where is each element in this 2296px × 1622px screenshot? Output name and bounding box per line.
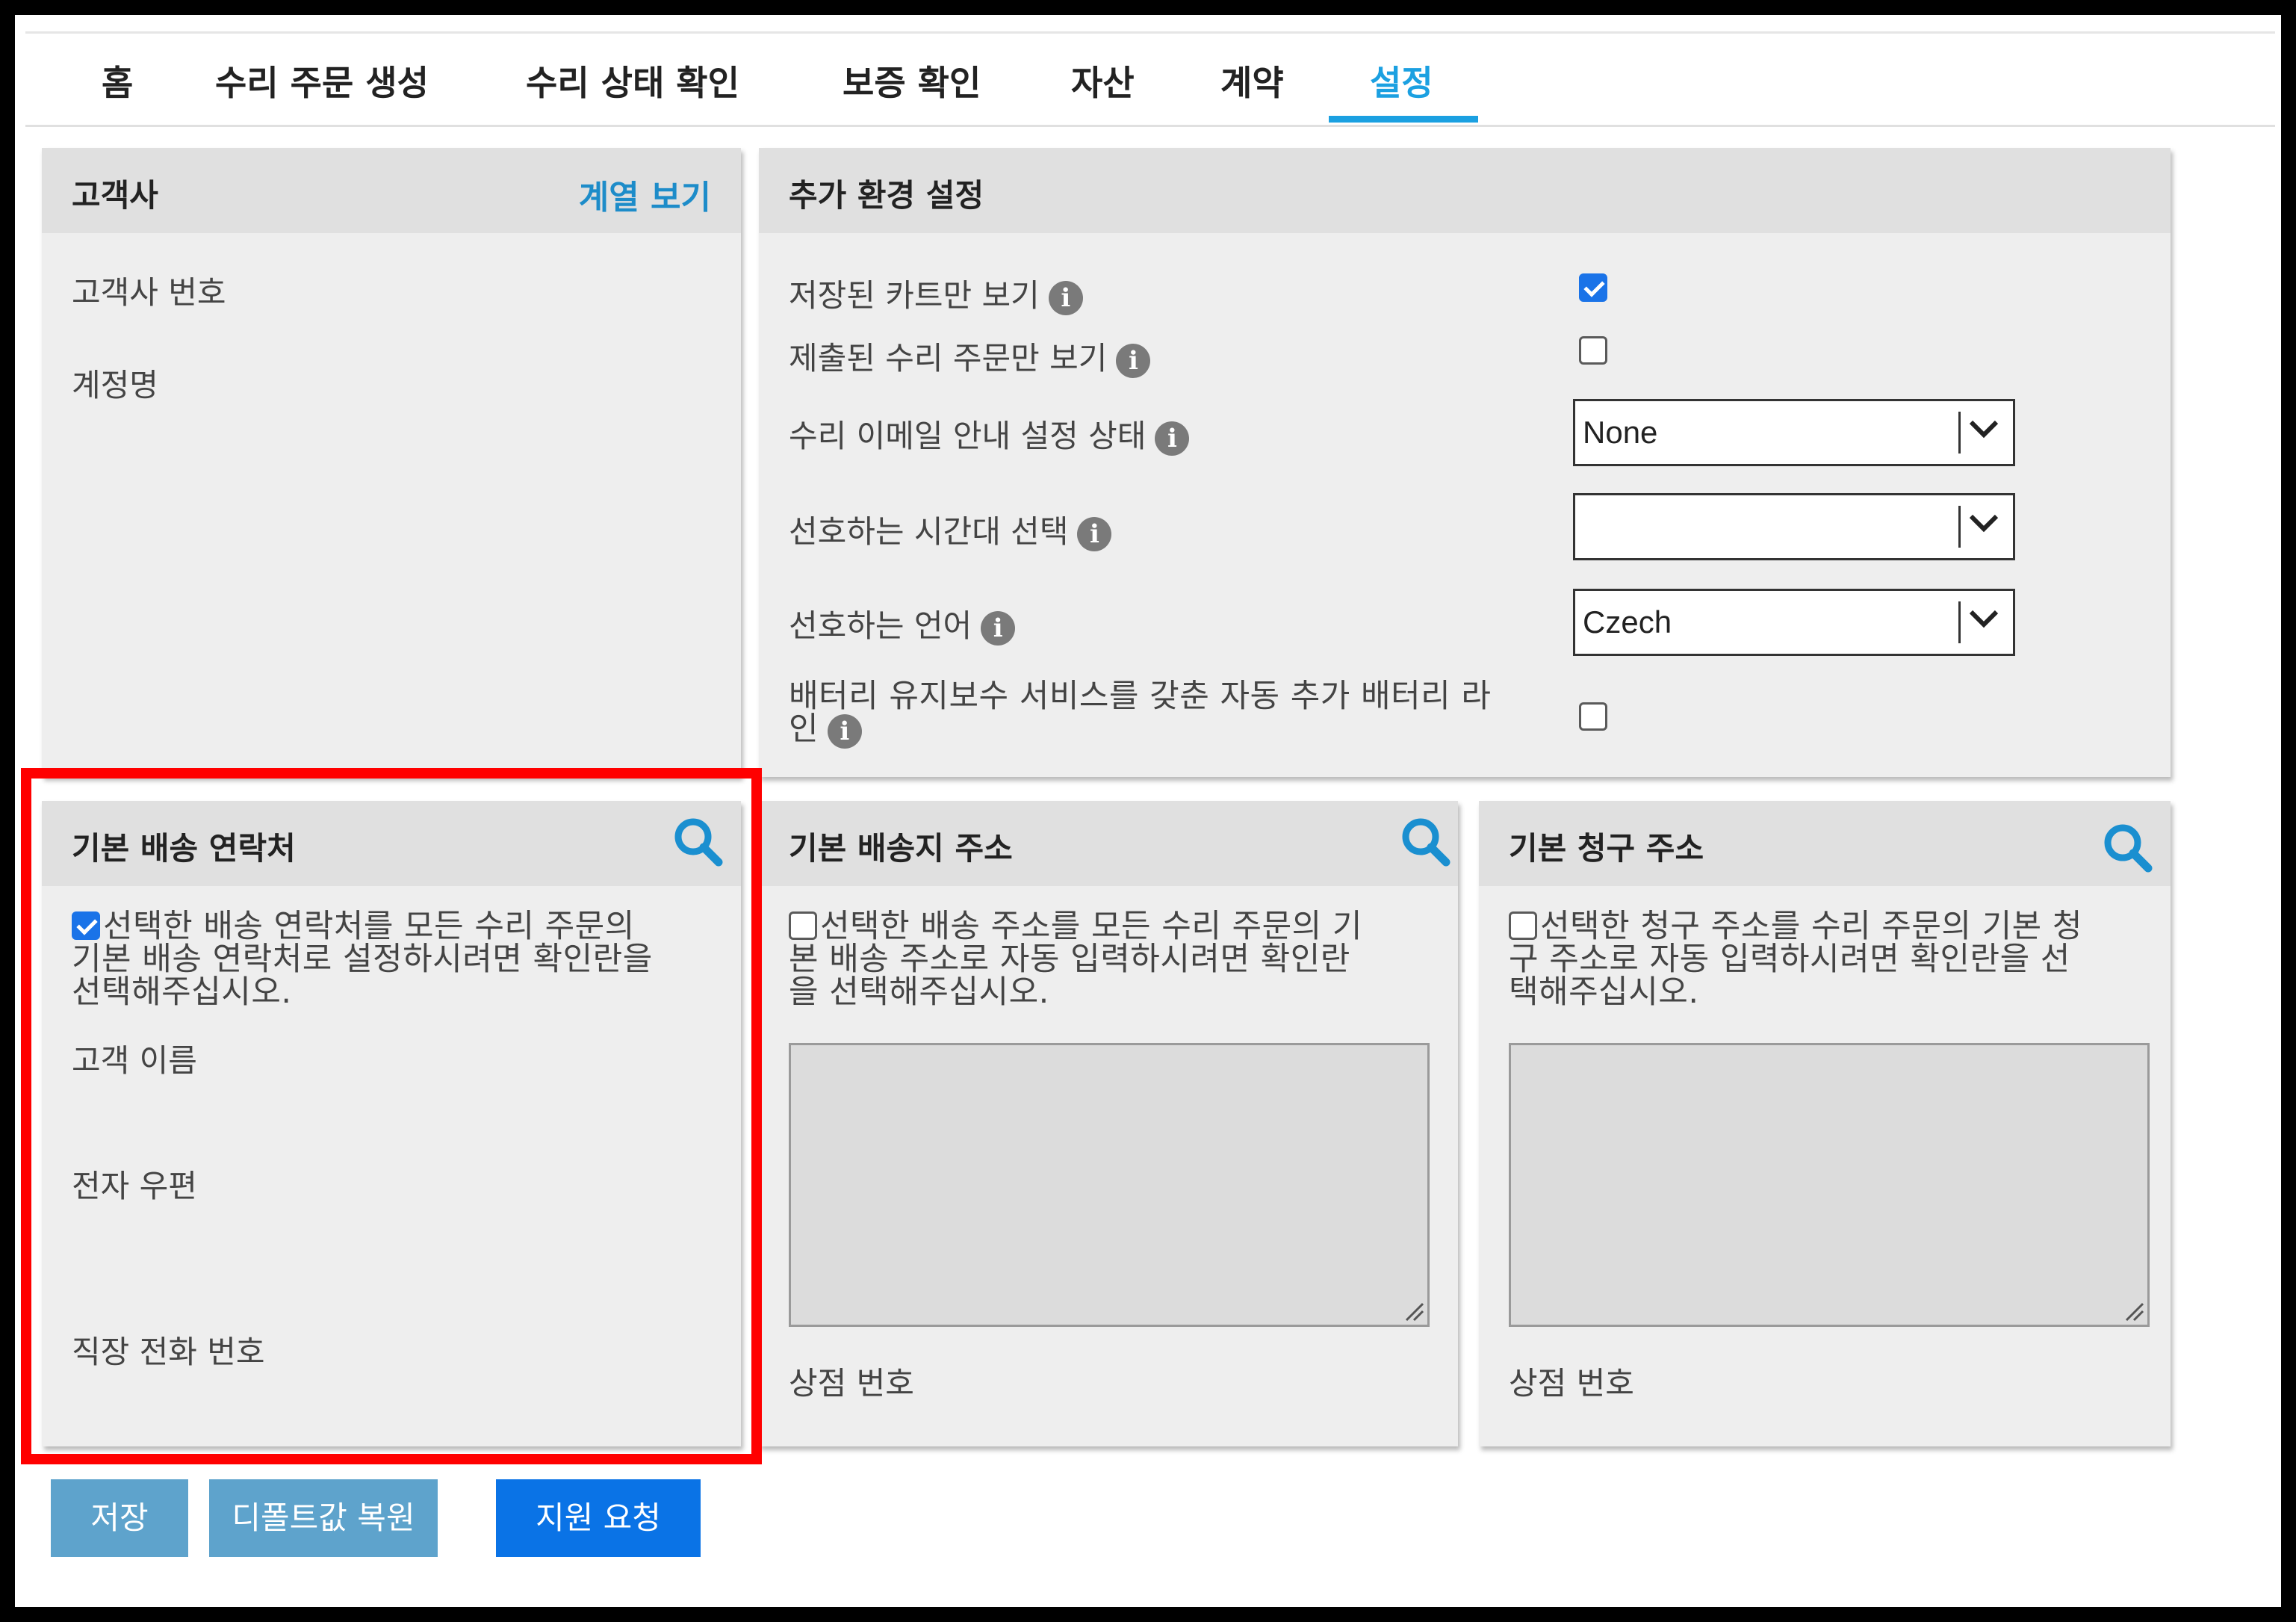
pref-label-saved-carts: 저장된 카트만 보기 [789, 277, 1040, 314]
top-nav-tabs: 홈 수리 주문 생성 수리 상태 확인 보증 확인 자산 계약 설정 [25, 31, 2275, 127]
work-phone-label: 직장 전화 번호 [72, 1334, 265, 1370]
timezone-select[interactable] [1573, 493, 2015, 560]
billing-address-checkbox-text-2: 구 주소로 자동 입력하시려면 확인란을 선 [1509, 941, 2070, 978]
email-label: 전자 우편 [72, 1168, 197, 1204]
pref-row-email-notification: 수리 이메일 안내 설정 상태 i [789, 411, 1190, 456]
shipping-contact-title: 기본 배송 연락처 [72, 830, 296, 867]
info-icon[interactable]: i [828, 714, 863, 749]
select-divider [1958, 412, 1961, 454]
search-icon[interactable] [672, 816, 725, 868]
chevron-down-icon [1969, 610, 1999, 628]
shipping-address-textarea[interactable] [789, 1043, 1430, 1327]
info-icon[interactable]: i [1077, 516, 1112, 551]
tab-contracts[interactable]: 계약 [1220, 56, 1284, 123]
shipping-address-checkbox-text-3: 을 선택해주십시오. [789, 973, 1049, 1011]
shipping-address-checkbox-row: 선택한 배송 주소를 모든 수리 주문의 기 본 배송 주소로 자동 입력하시려… [789, 910, 1446, 1009]
shipping-address-title: 기본 배송지 주소 [789, 830, 1013, 867]
billing-address-checkbox-row: 선택한 청구 주소를 수리 주문의 기본 청 구 주소로 자동 입력하시려면 확… [1509, 910, 2159, 1009]
billing-address-checkbox-text-1: 선택한 청구 주소를 수리 주문의 기본 청 [1540, 908, 2082, 945]
additional-settings-title: 추가 환경 설정 [789, 177, 984, 214]
select-divider [1958, 506, 1961, 548]
shipping-address-default-checkbox[interactable] [789, 911, 817, 940]
default-billing-address-panel: 기본 청구 주소 선택한 청구 주소를 수리 주문의 기본 청 구 주소로 자동… [1479, 801, 2171, 1446]
chevron-down-icon [1969, 514, 1999, 533]
additional-settings-panel: 추가 환경 설정 저장된 카트만 보기 i 제출된 수리 주문만 보기 i 수리 이… [759, 148, 2171, 777]
language-select[interactable]: Czech [1573, 589, 2015, 656]
billing-address-default-checkbox[interactable] [1509, 911, 1537, 940]
shipping-contact-checkbox-text-3: 선택해주십시오. [72, 973, 292, 1011]
shipping-contact-default-checkbox[interactable] [72, 911, 100, 940]
billing-address-textarea[interactable] [1509, 1043, 2150, 1327]
customer-panel-header: 고객사 계열 보기 [42, 148, 741, 233]
pref-row-submitted-orders: 제출된 수리 주문만 보기 i [789, 333, 1151, 379]
shipping-contact-checkbox-text-1: 선택한 배송 연락처를 모든 수리 주문의 [103, 908, 635, 945]
save-button[interactable]: 저장 [51, 1479, 188, 1557]
billing-address-title: 기본 청구 주소 [1509, 830, 1704, 867]
saved-carts-checkbox[interactable] [1579, 273, 1607, 302]
pref-row-timezone: 선호하는 시간대 선택 i [789, 507, 1112, 552]
info-icon[interactable]: i [1116, 343, 1151, 378]
support-request-button[interactable]: 지원 요청 [496, 1479, 701, 1557]
tab-create-repair-order[interactable]: 수리 주문 생성 [215, 56, 429, 123]
account-name-label: 계정명 [72, 367, 158, 403]
submitted-orders-checkbox[interactable] [1579, 336, 1607, 365]
info-icon[interactable]: i [1048, 280, 1083, 315]
pref-label-battery-line2: 인 [789, 711, 819, 748]
pref-label-language: 선호하는 언어 [789, 607, 972, 644]
app-frame: 홈 수리 주문 생성 수리 상태 확인 보증 확인 자산 계약 설정 고객사 계… [15, 15, 2281, 1607]
billing-address-header: 기본 청구 주소 [1479, 801, 2171, 886]
active-tab-indicator [1329, 116, 1478, 123]
pref-row-battery: 배터리 유지보수 서비스를 갖춘 자동 추가 배터리 라 인i [789, 680, 1580, 749]
search-icon[interactable] [2102, 822, 2154, 874]
resize-handle-icon[interactable] [2123, 1301, 2144, 1322]
shipping-address-checkbox-text-2: 본 배송 주소로 자동 입력하시려면 확인란 [789, 941, 1350, 978]
tab-home[interactable]: 홈 [102, 56, 133, 123]
tab-assets[interactable]: 자산 [1071, 56, 1135, 123]
customer-number-label: 고객사 번호 [72, 274, 226, 311]
tab-repair-status[interactable]: 수리 상태 확인 [526, 56, 739, 123]
select-divider [1958, 601, 1961, 643]
billing-address-checkbox-text-3: 택해주십시오. [1509, 973, 1699, 1011]
info-icon[interactable]: i [1155, 421, 1190, 456]
customer-panel-title: 고객사 [72, 177, 158, 214]
restore-defaults-button[interactable]: 디폴트값 복원 [209, 1479, 438, 1557]
search-icon[interactable] [1400, 816, 1452, 868]
shipping-address-checkbox-text-1: 선택한 배송 주소를 모든 수리 주문의 기 [820, 908, 1362, 945]
pref-label-battery-line1: 배터리 유지보수 서비스를 갖춘 자동 추가 배터리 라 [789, 678, 1492, 715]
pref-label-battery-line2-wrap: 인i [789, 713, 1580, 749]
info-icon[interactable]: i [981, 610, 1016, 646]
email-notification-select[interactable]: None [1573, 399, 2015, 466]
store-number-label: 상점 번호 [789, 1365, 914, 1402]
pref-row-language: 선호하는 언어 i [789, 601, 1016, 646]
language-value: Czech [1583, 604, 1672, 640]
tab-warranty-check[interactable]: 보증 확인 [843, 56, 981, 123]
pref-row-saved-carts: 저장된 카트만 보기 i [789, 270, 1083, 316]
pref-label-submitted-orders: 제출된 수리 주문만 보기 [789, 340, 1108, 377]
additional-settings-header: 추가 환경 설정 [759, 148, 2171, 233]
chevron-down-icon [1969, 420, 1999, 439]
shipping-address-header: 기본 배송지 주소 [759, 801, 1458, 886]
view-affiliates-link[interactable]: 계열 보기 [579, 170, 711, 218]
shipping-contact-header: 기본 배송 연락처 [42, 801, 741, 886]
pref-label-email-notification: 수리 이메일 안내 설정 상태 [789, 418, 1147, 454]
shipping-contact-checkbox-row: 선택한 배송 연락처를 모든 수리 주문의 기본 배송 연락처로 설정하시려면 … [72, 910, 729, 1009]
shipping-contact-checkbox-text-2: 기본 배송 연락처로 설정하시려면 확인란을 [72, 941, 653, 978]
tab-settings[interactable]: 설정 [1370, 56, 1433, 123]
pref-label-timezone: 선호하는 시간대 선택 [789, 513, 1069, 550]
customer-panel: 고객사 계열 보기 고객사 번호 계정명 [42, 148, 741, 777]
battery-line-checkbox[interactable] [1579, 702, 1607, 731]
resize-handle-icon[interactable] [1403, 1301, 1424, 1322]
store-number-label: 상점 번호 [1509, 1365, 1634, 1402]
default-shipping-address-panel: 기본 배송지 주소 선택한 배송 주소를 모든 수리 주문의 기 본 배송 주소… [759, 801, 1458, 1446]
email-notification-value: None [1583, 415, 1658, 450]
default-shipping-contact-panel: 기본 배송 연락처 선택한 배송 연락처를 모든 수리 주문의 기본 배송 연락… [42, 801, 741, 1446]
customer-name-label: 고객 이름 [72, 1042, 197, 1079]
